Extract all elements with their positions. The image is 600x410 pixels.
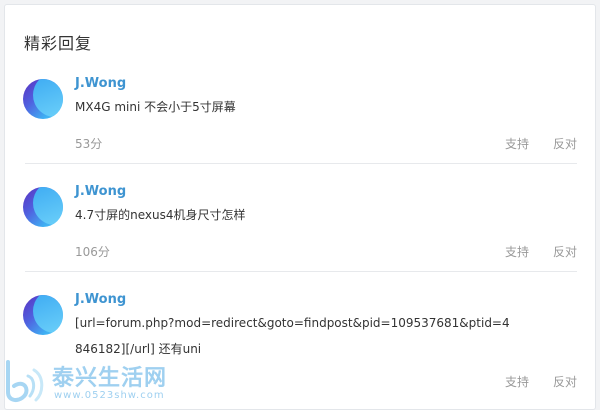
reply-content: 4.7寸屏的nexus4机身尺寸怎样 xyxy=(75,208,246,222)
avatar[interactable] xyxy=(23,187,63,227)
watermark-site-name: 泰兴生活网 xyxy=(52,366,168,391)
watermark-url: www.0523shw.com xyxy=(54,390,165,401)
site-watermark: 泰兴生活网 www.0523shw.com xyxy=(2,358,172,406)
avatar[interactable] xyxy=(23,79,63,119)
reply-item: J.Wong 4.7寸屏的nexus4机身尺寸怎样 106分 支持 反对 xyxy=(5,181,595,289)
support-button[interactable]: 支持 xyxy=(505,135,529,152)
reply-time: 106分 xyxy=(75,245,110,259)
support-button[interactable]: 支持 xyxy=(505,243,529,260)
oppose-button[interactable]: 反对 xyxy=(553,243,577,260)
divider xyxy=(25,163,577,164)
reply-time: 53分 xyxy=(75,137,103,151)
reply-content: [url=forum.php?mod=redirect&goto=findpos… xyxy=(75,316,510,356)
reply-author[interactable]: J.Wong xyxy=(75,184,126,199)
oppose-button[interactable]: 反对 xyxy=(553,135,577,152)
reply-author[interactable]: J.Wong xyxy=(75,76,126,91)
hot-replies-panel: 精彩回复 J.Wong MX4G mini 不会小于5寸屏幕 53分 支持 反对… xyxy=(4,4,596,410)
oppose-button[interactable]: 反对 xyxy=(553,373,577,390)
divider xyxy=(25,271,577,272)
reply-content: MX4G mini 不会小于5寸屏幕 xyxy=(75,100,236,114)
support-button[interactable]: 支持 xyxy=(505,373,529,390)
avatar[interactable] xyxy=(23,295,63,335)
reply-item: J.Wong MX4G mini 不会小于5寸屏幕 53分 支持 反对 xyxy=(5,73,595,181)
reply-author[interactable]: J.Wong xyxy=(75,292,126,307)
watermark-logo-icon xyxy=(5,360,44,402)
section-title: 精彩回复 xyxy=(24,34,93,53)
